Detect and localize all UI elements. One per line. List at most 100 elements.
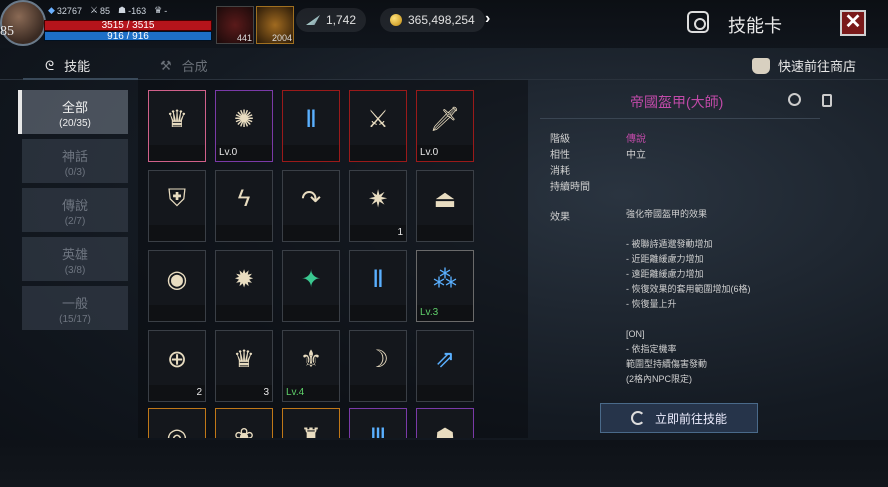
- card-art-icon: ☽: [367, 345, 389, 373]
- skill-card[interactable]: ϟ: [215, 170, 273, 242]
- card-label: Lv.4: [283, 385, 339, 401]
- skill-card[interactable]: ↷: [282, 170, 340, 242]
- stat-a-value: 32767: [56, 5, 82, 16]
- skill-card[interactable]: ✹: [215, 250, 273, 322]
- skill-card[interactable]: ☗: [416, 408, 474, 438]
- skill-card[interactable]: ❀: [215, 408, 273, 438]
- character-level: 85: [0, 24, 14, 39]
- mp-bar: 916 / 916: [44, 31, 212, 42]
- hp-bar: 3515 / 3515: [44, 20, 212, 31]
- card-art-icon: ♛: [233, 345, 255, 373]
- filter-count: (15/17): [59, 314, 91, 325]
- card-art-icon: 🗡: [429, 105, 461, 133]
- tab-bar: ᘓ 技能 ⚒ 合成 快速前往商店: [0, 50, 888, 80]
- lock-icon[interactable]: [822, 94, 832, 107]
- grade-filter-list: 全部 (20/35) 神話 (0/3) 傳說 (2/7) 英雄 (3/8) 一般 (15/…: [18, 90, 128, 335]
- skill-card-icon: [687, 11, 709, 33]
- card-art-icon: ϟ: [237, 185, 251, 212]
- skill-card[interactable]: Ⅱ: [349, 250, 407, 322]
- skill-card[interactable]: ⏏: [416, 170, 474, 242]
- skill-card[interactable]: ⇗: [416, 330, 474, 402]
- card-art-icon: ❀: [233, 423, 255, 439]
- skill-card[interactable]: Ⅱ: [282, 90, 340, 162]
- skill-card[interactable]: ✷ 1: [349, 170, 407, 242]
- skill-card[interactable]: ⚔: [349, 90, 407, 162]
- skill-card[interactable]: ✺ Lv.0: [215, 90, 273, 162]
- shop-link-label: 快速前往商店: [778, 59, 857, 74]
- tab-synthesis[interactable]: ⚒ 合成: [160, 56, 208, 75]
- tab-skills[interactable]: ᘓ 技能: [22, 56, 139, 80]
- stat-row: ◆ 32767 ⚔ 85 ☗ -163 ♛ -: [48, 5, 167, 16]
- field-duration-key: 持續時間: [550, 182, 590, 193]
- close-button[interactable]: ✕: [840, 10, 866, 36]
- shop-bag-icon: [752, 57, 770, 74]
- window-title: 技能卡: [728, 16, 782, 36]
- item-slot[interactable]: 2004: [256, 6, 294, 44]
- feather-value: 1,742: [326, 13, 357, 27]
- stat-d-value: -: [164, 5, 168, 16]
- filter-label: 神話: [61, 149, 88, 164]
- skill-card[interactable]: ⛨: [148, 170, 206, 242]
- card-art-icon: ♛: [166, 105, 188, 133]
- skill-card[interactable]: ♛: [148, 90, 206, 162]
- top-bar: 85 ◆ 32767 ⚔ 85 ☗ -163 ♛ - 3515 / 3515 916 /…: [0, 0, 888, 48]
- stat-b-value: 85: [100, 5, 111, 16]
- card-art-icon: ⚔: [367, 105, 389, 133]
- card-level: Lv.0: [219, 147, 238, 158]
- gold-value: 365,498,254: [408, 13, 475, 27]
- card-label: Lv.0: [216, 145, 272, 161]
- filter-all[interactable]: 全部 (20/35): [18, 90, 128, 134]
- filter-count: (2/7): [64, 216, 86, 227]
- helmet-icon: ☗: [118, 5, 127, 15]
- card-art-icon: ↷: [300, 185, 322, 213]
- go-to-skill-button[interactable]: 立即前往技能: [600, 403, 758, 433]
- filter-legendary[interactable]: 傳說 (2/7): [22, 188, 128, 232]
- skill-spiral-icon: [630, 411, 645, 425]
- hp-text: 3515 / 3515: [101, 20, 155, 31]
- stat-a: ◆ 32767: [48, 5, 82, 16]
- fish-icon: ◆: [48, 5, 55, 15]
- skill-card[interactable]: ✦: [282, 250, 340, 322]
- filter-count: (0/3): [64, 167, 86, 178]
- skill-card[interactable]: ◎: [148, 408, 206, 438]
- card-art-icon: ◉: [166, 265, 188, 293]
- skill-card[interactable]: 🗡 Lv.0: [416, 90, 474, 162]
- card-art-icon: ⁂: [433, 265, 457, 293]
- bottom-bar: [0, 440, 888, 487]
- divider: [540, 118, 820, 119]
- skill-name: 帝國盔甲(大師): [630, 94, 724, 110]
- card-label: [149, 145, 205, 161]
- potion-slot[interactable]: 441: [216, 6, 254, 44]
- card-art-icon: ⛨: [168, 185, 186, 212]
- filter-label: 全部: [61, 100, 88, 115]
- filter-mythic[interactable]: 神話 (0/3): [22, 139, 128, 183]
- field-effect-key: 效果: [550, 212, 570, 223]
- card-art-icon: ⊕: [166, 345, 188, 373]
- skill-card[interactable]: ◉: [148, 250, 206, 322]
- card-label: 2: [149, 385, 205, 401]
- card-label: [350, 385, 406, 401]
- card-count: 3: [263, 387, 269, 398]
- card-level: Lv.0: [420, 147, 439, 158]
- skill-card[interactable]: ⁂ Lv.3: [416, 250, 474, 322]
- chevron-right-icon[interactable]: ›: [485, 10, 490, 28]
- skill-card[interactable]: Ⅲ: [349, 408, 407, 438]
- item-count: 2004: [271, 33, 292, 43]
- skill-card[interactable]: ⚜ Lv.4: [282, 330, 340, 402]
- skill-card[interactable]: ⊕ 2: [148, 330, 206, 402]
- card-count: 1: [397, 227, 403, 238]
- skill-card[interactable]: ☽: [349, 330, 407, 402]
- filter-normal[interactable]: 一般 (15/17): [22, 286, 128, 330]
- shop-link[interactable]: 快速前往商店: [752, 56, 856, 75]
- card-art-icon: ✺: [233, 105, 255, 133]
- card-label: [283, 305, 339, 321]
- sword-icon: ⚔: [89, 5, 99, 15]
- filter-hero[interactable]: 英雄 (3/8): [22, 237, 128, 281]
- card-art-icon: ⚜: [300, 345, 322, 373]
- search-icon[interactable]: [788, 93, 801, 106]
- card-label: [216, 225, 272, 241]
- skill-card[interactable]: ♜: [282, 408, 340, 438]
- field-affinity-value: 中立: [626, 150, 646, 161]
- card-label: 3: [216, 385, 272, 401]
- skill-card[interactable]: ♛ 3: [215, 330, 273, 402]
